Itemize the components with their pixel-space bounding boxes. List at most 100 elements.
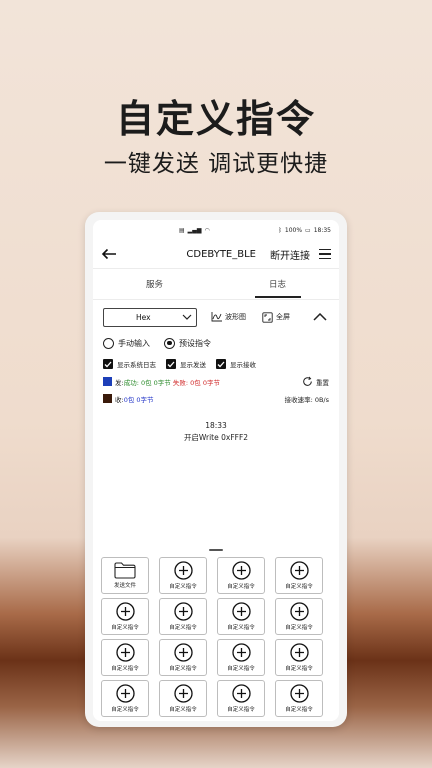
custom-command-button[interactable]: 自定义指令 [101,598,149,635]
show-system-log-option[interactable]: 显示系统日志 [103,359,156,369]
custom-command-label: 自定义指令 [169,707,197,713]
custom-command-button[interactable]: 自定义指令 [275,639,323,676]
plus-circle-icon [289,602,309,621]
custom-command-label: 自定义指令 [285,666,313,672]
custom-command-button[interactable]: 自定义指令 [217,598,265,635]
waveform-label: 波形图 [225,313,246,321]
preset-command-option[interactable]: 预设指令 [164,337,211,349]
custom-command-button[interactable]: 自定义指令 [217,557,265,594]
plus-circle-icon [115,643,135,662]
drag-handle[interactable] [209,549,223,551]
tab-log[interactable]: 日志 [216,269,339,299]
preset-radio[interactable] [164,337,175,349]
menu-icon[interactable] [319,249,331,259]
send-success-count: 成功: 0包 0字节 [123,378,171,387]
plus-circle-icon [289,561,309,580]
custom-command-button[interactable]: 自定义指令 [159,639,207,676]
custom-command-label: 自定义指令 [285,584,313,590]
app-screen: ▤ ▂▄▆ ◠ ᛒ 100% ▭ 18:35 CDEBYTE_BLE 断开连接 … [93,220,339,721]
receive-color-swatch[interactable] [103,394,112,403]
receive-label: 收: [115,395,124,404]
send-file-button[interactable]: 发送文件 [101,557,149,594]
plus-circle-icon [289,684,309,703]
bluetooth-icon: ᛒ [278,226,282,234]
app-bar: CDEBYTE_BLE 断开连接 [93,240,339,268]
battery-icon: ▭ [305,226,311,234]
tab-bar: 服务 日志 [93,269,339,299]
custom-command-button[interactable]: 自定义指令 [275,680,323,717]
plus-circle-icon [173,684,193,703]
input-mode-group: 手动输入 预设指令 [93,332,339,354]
fullscreen-label: 全屏 [276,313,290,321]
plus-circle-icon [231,561,251,580]
preset-label: 预设指令 [179,338,211,348]
plus-circle-icon [115,602,135,621]
custom-command-label: 自定义指令 [285,707,313,713]
log-output: 18:33 开启Write 0xFFF2 [93,420,339,444]
log-message: 开启Write 0xFFF2 [183,433,249,442]
checkbox-checked-icon[interactable] [216,359,226,369]
chevron-up-icon[interactable] [313,312,327,322]
waveform-button[interactable]: 波形图 [211,312,246,322]
custom-command-button[interactable]: 自定义指令 [217,680,265,717]
plus-circle-icon [289,643,309,662]
receive-stats: 收: 0包 0字节 接收速率: 0B/s [93,391,339,406]
chevron-down-icon [182,314,192,320]
device-name: CDEBYTE_BLE [186,248,256,260]
custom-command-button[interactable]: 自定义指令 [275,557,323,594]
show-receive-option[interactable]: 显示接收 [216,359,256,369]
tab-services[interactable]: 服务 [93,269,216,299]
manual-label: 手动输入 [118,338,150,348]
plus-circle-icon [231,684,251,703]
custom-command-button[interactable]: 自定义指令 [101,680,149,717]
custom-command-button[interactable]: 自定义指令 [101,639,149,676]
custom-command-label: 自定义指令 [169,666,197,672]
show-send-label: 显示发送 [180,361,206,369]
checkbox-checked-icon[interactable] [103,359,113,369]
refresh-icon [303,376,312,386]
wifi-icon: ◠ [204,226,210,234]
fullscreen-button[interactable]: 全屏 [262,311,290,323]
plus-circle-icon [173,643,193,662]
checkbox-checked-icon[interactable] [166,359,176,369]
reset-label: 重置 [316,378,329,387]
send-stats: 发: 成功: 0包 0字节 失败: 0包 0字节 重置 [93,374,339,389]
back-arrow-icon[interactable] [101,247,117,261]
log-toolbar: Hex 波形图 全屏 [93,300,339,328]
manual-radio[interactable] [103,337,114,349]
custom-command-button[interactable]: 自定义指令 [159,557,207,594]
custom-command-label: 自定义指令 [227,584,255,590]
custom-command-button[interactable]: 自定义指令 [275,598,323,635]
folder-icon [114,562,136,579]
custom-command-button[interactable]: 自定义指令 [159,598,207,635]
signal-icon: ▂▄▆ [187,226,202,234]
send-file-label: 发送文件 [113,583,136,589]
show-send-option[interactable]: 显示发送 [166,359,206,369]
send-color-swatch[interactable] [103,377,112,386]
custom-command-label: 自定义指令 [111,707,139,713]
custom-command-label: 自定义指令 [111,666,139,672]
custom-command-label: 自定义指令 [111,625,139,631]
promo-headline: 自定义指令 [115,97,316,141]
show-system-log-label: 显示系统日志 [117,361,156,369]
custom-command-label: 自定义指令 [169,584,197,590]
plus-circle-icon [173,602,193,621]
custom-command-label: 自定义指令 [227,707,255,713]
receive-count: 0包 0字节 [123,395,154,404]
custom-command-button[interactable]: 自定义指令 [159,680,207,717]
command-grid: 发送文件 自定义指令 自定义指令 自定义指令 自定义指令 自定义指令 自定义指令… [101,557,331,717]
send-fail-count: 失败: 0包 0字节 [172,378,220,387]
status-bar: ▤ ▂▄▆ ◠ ᛒ 100% ▭ 18:35 [93,220,339,240]
format-select[interactable]: Hex [103,307,197,327]
custom-command-button[interactable]: 自定义指令 [217,639,265,676]
manual-input-option[interactable]: 手动输入 [103,337,150,349]
clock: 18:35 [313,226,331,234]
disconnect-button[interactable]: 断开连接 [270,247,310,262]
reset-button[interactable]: 重置 [302,376,329,387]
waveform-icon [211,312,222,322]
custom-command-label: 自定义指令 [285,625,313,631]
signal-indicators: ▤ ▂▄▆ ◠ [179,227,210,234]
plus-circle-icon [173,561,193,580]
promo-subline: 一键发送 调试更快捷 [103,151,329,177]
fullscreen-icon [262,311,273,323]
